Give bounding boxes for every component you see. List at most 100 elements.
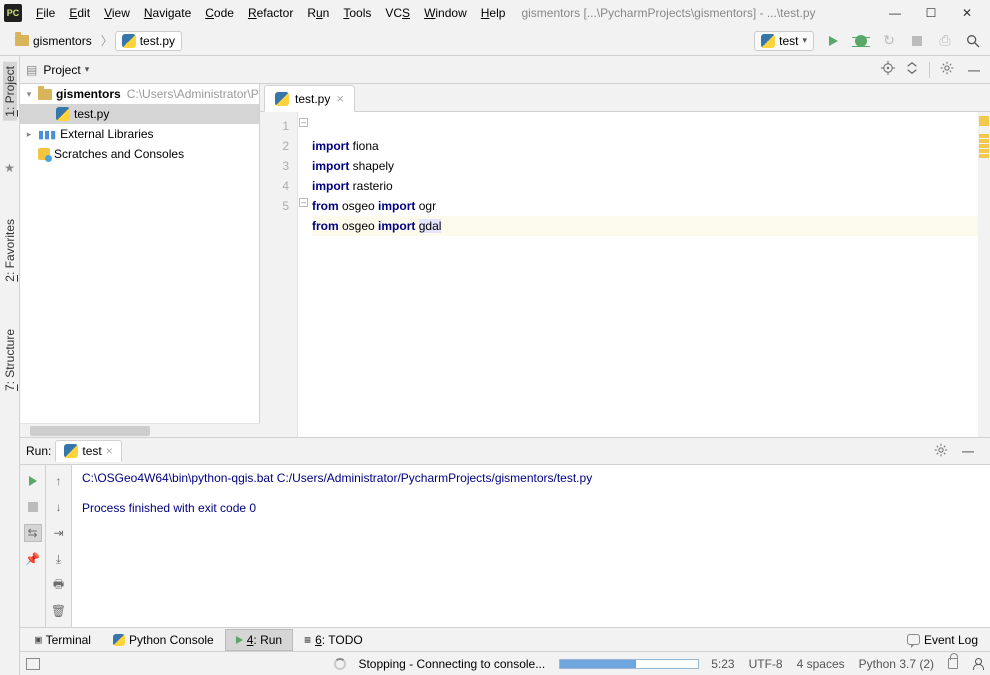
file-encoding[interactable]: UTF-8 — [749, 657, 783, 671]
folder-icon — [38, 89, 52, 100]
menu-view[interactable]: View — [98, 4, 136, 22]
minimize-button[interactable]: — — [888, 6, 902, 20]
update-project-button[interactable]: ⎙ — [936, 32, 954, 50]
play-icon — [29, 476, 37, 486]
menu-file[interactable]: File — [30, 4, 61, 22]
tree-root-row[interactable]: ▾ gismentors C:\Users\Administrator\P — [20, 84, 259, 104]
inspection-indicator[interactable] — [979, 116, 989, 126]
warning-stripe[interactable] — [979, 134, 989, 138]
fold-gutter[interactable]: – – — [298, 112, 312, 437]
expand-toggle[interactable]: ▸ — [24, 129, 34, 140]
run-config-selector[interactable]: test ▾ — [754, 31, 814, 51]
warning-stripe[interactable] — [979, 154, 989, 158]
menu-help[interactable]: Help — [475, 4, 512, 22]
tool-windows-button[interactable] — [26, 658, 40, 670]
run-button[interactable] — [824, 32, 842, 50]
menu-window[interactable]: Window — [418, 4, 473, 22]
indent-info[interactable]: 4 spaces — [797, 657, 845, 671]
caret-position[interactable]: 5:23 — [711, 657, 734, 671]
close-tab-button[interactable]: × — [106, 444, 113, 458]
hide-tool-window-button[interactable]: — — [964, 63, 984, 77]
run-console[interactable]: C:\OSGeo4W64\bin\python-qgis.bat C:/User… — [72, 465, 990, 627]
menu-code[interactable]: Code — [199, 4, 240, 22]
run-tab-test[interactable]: test × — [55, 440, 121, 462]
tree-externals-row[interactable]: ▸ ▮▮▮ External Libraries — [20, 124, 259, 144]
project-tree-scrollbar[interactable] — [20, 423, 260, 437]
spinner-icon — [334, 658, 346, 670]
menu-tools[interactable]: Tools — [337, 4, 377, 22]
tab-python-console[interactable]: Python Console — [102, 629, 225, 651]
tab-terminal[interactable]: ▣Terminal — [24, 629, 102, 651]
stop-button[interactable] — [908, 32, 926, 50]
fold-marker[interactable]: – — [299, 118, 308, 127]
scratches-icon — [38, 148, 50, 160]
line-number-gutter[interactable]: 1 2 3 4 5 — [260, 112, 298, 437]
menu-run[interactable]: Run — [301, 4, 335, 22]
inspector-icon[interactable] — [972, 658, 984, 670]
menu-refactor[interactable]: Refactor — [242, 4, 299, 22]
breadcrumb-file-label: test.py — [140, 34, 175, 48]
tab-event-log[interactable]: Event Log — [899, 633, 986, 647]
close-tab-button[interactable]: × — [336, 91, 344, 106]
debug-button[interactable] — [852, 32, 870, 50]
toggle-output-button[interactable]: ⇆ — [25, 525, 41, 541]
search-everywhere-button[interactable] — [964, 32, 982, 50]
rail-tab-structure[interactable]: 7: Structure — [3, 325, 17, 395]
menu-navigate[interactable]: Navigate — [138, 4, 197, 22]
menu-vcs[interactable]: VCS — [379, 4, 416, 22]
python-icon — [64, 444, 78, 458]
balloon-icon — [907, 634, 920, 645]
left-tool-rail: 1: Project ★ 2: Favorites 7: Structure — [0, 56, 20, 675]
print-button[interactable]: 🖶 — [51, 577, 67, 593]
tree-file-row[interactable]: test.py — [20, 104, 259, 124]
play-icon — [829, 36, 838, 46]
up-button[interactable]: ↑ — [51, 473, 67, 489]
pin-tab-button[interactable]: 📌 — [25, 551, 41, 567]
breadcrumb-file[interactable]: test.py — [115, 31, 182, 51]
breadcrumb-root[interactable]: gismentors — [8, 31, 99, 51]
locate-file-button[interactable] — [881, 61, 895, 78]
stop-button[interactable] — [25, 499, 41, 515]
window-title: gismentors [...\PycharmProjects\gismento… — [521, 6, 886, 20]
stop-icon — [912, 36, 922, 46]
line-number: 5 — [260, 196, 289, 216]
tab-run[interactable]: 4: Run — [225, 629, 293, 651]
run-coverage-button[interactable]: ↻ — [880, 32, 898, 50]
warning-stripe[interactable] — [979, 144, 989, 148]
progress-bar[interactable] — [559, 659, 699, 669]
project-tool-header: ▤ Project ▾ — — [20, 56, 990, 84]
maximize-button[interactable]: ☐ — [924, 6, 938, 20]
tab-todo[interactable]: ≡6: TODO — [293, 629, 374, 651]
hide-tool-window-button[interactable]: — — [958, 444, 978, 458]
editor-tab-testpy[interactable]: test.py × — [264, 85, 355, 112]
rail-tab-project[interactable]: 1: Project — [3, 62, 17, 121]
rerun-button[interactable] — [25, 473, 41, 489]
editor-tab-label: test.py — [295, 92, 330, 106]
error-stripe[interactable] — [978, 112, 990, 437]
project-title[interactable]: Project ▾ — [43, 63, 89, 77]
scroll-to-end-button[interactable]: ⤓ — [51, 551, 67, 567]
warning-stripe[interactable] — [979, 139, 989, 143]
python-icon — [113, 634, 125, 646]
rail-tab-favorites[interactable]: 2: Favorites — [3, 215, 17, 286]
clear-all-button[interactable]: 🗑 — [51, 603, 67, 619]
settings-button[interactable] — [940, 61, 954, 78]
run-action-rail-1: ⇆ 📌 — [20, 465, 46, 627]
collapse-all-button[interactable] — [905, 61, 919, 78]
python-sdk[interactable]: Python 3.7 (2) — [859, 657, 934, 671]
down-button[interactable]: ↓ — [51, 499, 67, 515]
tree-file-label: test.py — [74, 107, 109, 121]
readonly-toggle[interactable] — [948, 658, 958, 669]
soft-wrap-button[interactable]: ⇥ — [51, 525, 67, 541]
menu-edit[interactable]: Edit — [63, 4, 96, 22]
editor: test.py × 1 2 3 4 5 – – — [260, 84, 990, 437]
code-text[interactable]: import fiona import shapely import raste… — [312, 112, 978, 437]
settings-button[interactable] — [934, 443, 948, 460]
warning-stripe[interactable] — [979, 149, 989, 153]
expand-toggle[interactable]: ▾ — [24, 89, 34, 100]
tree-scratches-row[interactable]: Scratches and Consoles — [20, 144, 259, 164]
editor-tabs: test.py × — [260, 84, 990, 112]
close-button[interactable]: ✕ — [960, 6, 974, 20]
fold-marker[interactable]: – — [299, 198, 308, 207]
project-tree[interactable]: ▾ gismentors C:\Users\Administrator\P te… — [20, 84, 260, 423]
